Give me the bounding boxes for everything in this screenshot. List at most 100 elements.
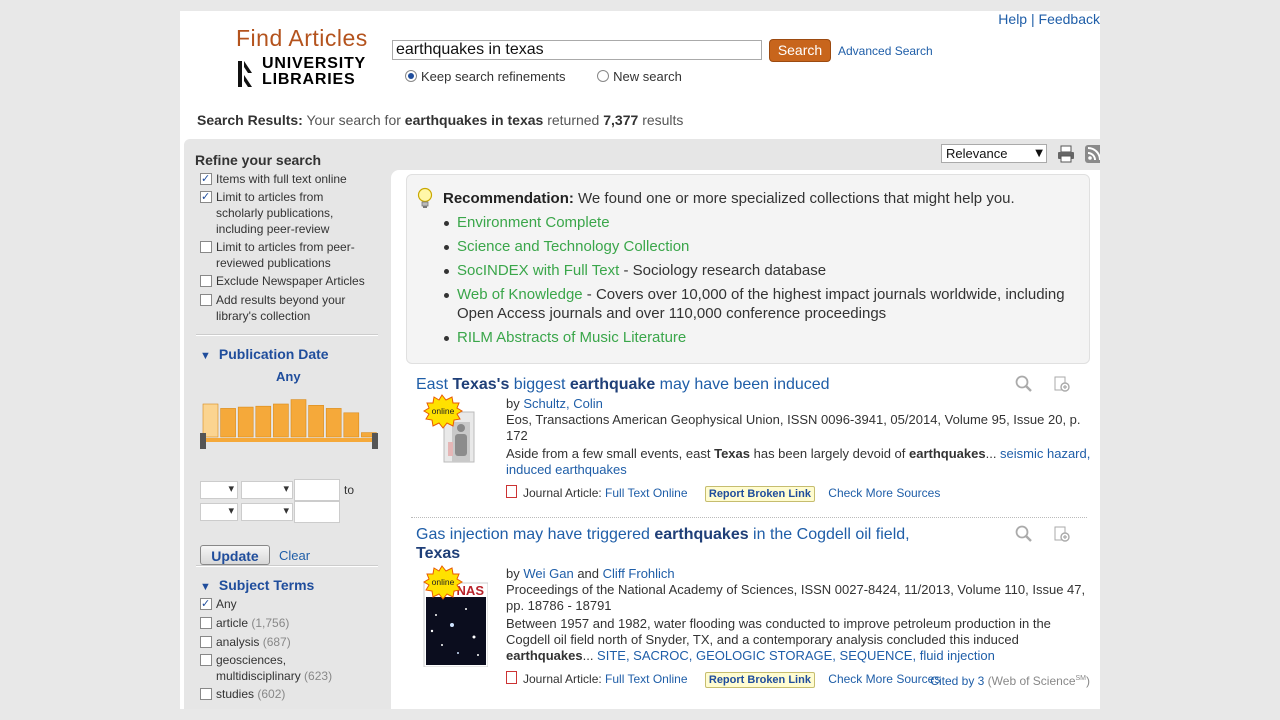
clear-link[interactable]: Clear xyxy=(279,548,310,563)
preview-magnifier-icon[interactable] xyxy=(1014,375,1034,393)
recommendation-link[interactable]: Science and Technology Collection xyxy=(457,238,689,255)
checkbox-empty-icon xyxy=(200,617,212,629)
date-slider-end-handle[interactable] xyxy=(372,433,378,449)
histogram-bar[interactable] xyxy=(273,403,289,438)
filter-scholarly[interactable]: Limit to articles from scholarly publica… xyxy=(200,189,375,237)
keep-refinements-radio[interactable]: Keep search refinements xyxy=(405,69,566,84)
subject-terms-heading[interactable]: ▼ Subject Terms xyxy=(200,577,314,593)
recommendation-link[interactable]: Environment Complete xyxy=(457,214,610,231)
results-panel: Recommendation: We found one or more spe… xyxy=(391,170,1100,709)
list-item: Web of Knowledge - Covers over 10,000 of… xyxy=(443,285,1083,323)
report-broken-link-button[interactable]: Report Broken Link xyxy=(704,486,815,502)
rss-icon[interactable] xyxy=(1085,145,1100,163)
checkbox-checked-icon xyxy=(200,596,212,612)
top-links: Help | Feedback xyxy=(998,11,1100,27)
filter-beyond-collection[interactable]: Add results beyond your library's collec… xyxy=(200,292,375,324)
top-links-separator: | xyxy=(1030,11,1039,27)
publication-date-heading[interactable]: ▼ Publication Date xyxy=(200,346,329,362)
feedback-link[interactable]: Feedback xyxy=(1039,11,1100,27)
online-badge: online xyxy=(432,406,455,416)
collapse-triangle-icon: ▼ xyxy=(200,350,211,362)
print-icon[interactable] xyxy=(1057,145,1075,163)
histogram-bar[interactable] xyxy=(343,412,360,438)
from-month-select[interactable] xyxy=(200,481,238,499)
to-year-input[interactable] xyxy=(294,501,340,523)
histogram-bar[interactable] xyxy=(290,399,307,438)
university-libraries-logo[interactable]: Find Articles UNIVERSITY LIBRARIES xyxy=(236,25,376,89)
refine-sidebar: Refine your search Items with full text … xyxy=(184,139,385,709)
add-to-folder-icon[interactable] xyxy=(1052,525,1072,543)
cited-by: Cited by 3 (Web of ScienceSM) xyxy=(930,674,1090,688)
result-abstract: Between 1957 and 1982, water flooding wa… xyxy=(506,616,1051,663)
list-item: Environment Complete xyxy=(443,213,1083,232)
date-slider-track[interactable] xyxy=(203,438,375,442)
histogram-bar[interactable] xyxy=(237,406,254,438)
page: Help | Feedback Find Articles UNIVERSITY… xyxy=(180,11,1100,709)
cited-by-link[interactable]: Cited by 3 xyxy=(930,674,984,688)
histogram-bar[interactable] xyxy=(220,408,236,438)
sidebar-divider xyxy=(196,565,378,567)
to-day-select[interactable] xyxy=(241,503,293,521)
checkbox-checked-icon xyxy=(200,189,212,205)
result-abstract: Aside from a few small events, east Texa… xyxy=(506,446,1091,477)
result-thumbnail[interactable]: PNAS online xyxy=(422,565,488,667)
result-actions xyxy=(1014,525,1074,545)
result-title-link[interactable]: East Texas's biggest earthquake may have… xyxy=(416,375,936,394)
result-separator xyxy=(411,517,1087,518)
subject-geosciences[interactable]: geosciences, multidisciplinary (623) xyxy=(200,652,380,684)
check-more-sources-link[interactable]: Check More Sources xyxy=(828,672,940,686)
histogram-bar[interactable] xyxy=(202,403,219,438)
preview-magnifier-icon[interactable] xyxy=(1014,525,1034,543)
new-search-radio[interactable]: New search xyxy=(597,69,682,84)
from-year-input[interactable] xyxy=(294,479,340,501)
histogram-bar[interactable] xyxy=(308,405,324,438)
filter-exclude-newspaper[interactable]: Exclude Newspaper Articles xyxy=(200,273,375,289)
filter-peer-reviewed[interactable]: Limit to articles from peer-reviewed pub… xyxy=(200,239,375,271)
recommendation-list: Environment Complete Science and Technol… xyxy=(443,213,1083,352)
radio-selected-icon xyxy=(405,70,417,82)
add-to-folder-icon[interactable] xyxy=(1052,375,1072,393)
date-to-label: to xyxy=(344,483,355,497)
sort-select[interactable]: Relevance ▼ xyxy=(941,144,1047,163)
check-more-sources-link[interactable]: Check More Sources xyxy=(828,486,940,500)
author-link[interactable]: Wei Gan xyxy=(523,566,573,581)
full-text-link[interactable]: Full Text Online xyxy=(605,672,687,686)
histogram-bar[interactable] xyxy=(325,408,342,438)
recommendation-box: Recommendation: We found one or more spe… xyxy=(406,174,1090,364)
search-button[interactable]: Search xyxy=(769,39,831,62)
update-button[interactable]: Update xyxy=(200,545,270,565)
filter-full-text[interactable]: Items with full text online xyxy=(200,171,375,187)
result-source: Eos, Transactions American Geophysical U… xyxy=(506,412,1081,443)
advanced-search-link[interactable]: Advanced Search xyxy=(838,44,933,58)
author-link[interactable]: Schultz, Colin xyxy=(523,396,602,411)
recommendation-link[interactable]: Web of Knowledge xyxy=(457,286,583,303)
result-thumbnail[interactable]: online xyxy=(422,394,488,494)
result-title-link[interactable]: Gas injection may have triggered earthqu… xyxy=(416,525,936,563)
search-input[interactable] xyxy=(392,40,762,60)
from-day-select[interactable] xyxy=(241,481,293,499)
histogram-bar[interactable] xyxy=(255,405,272,438)
recommendation-link[interactable]: RILM Abstracts of Music Literature xyxy=(457,329,686,346)
logo-title: Find Articles xyxy=(236,25,368,51)
full-text-link[interactable]: Full Text Online xyxy=(605,486,687,500)
checkbox-empty-icon xyxy=(200,294,212,306)
publication-date-range-value: Any xyxy=(276,369,301,384)
to-month-select[interactable] xyxy=(200,503,238,521)
subject-article[interactable]: article (1,756) xyxy=(200,615,380,631)
author-link[interactable]: Cliff Frohlich xyxy=(603,566,675,581)
subject-terms-links[interactable]: SITE, SACROC, GEOLOGIC STORAGE, SEQUENCE… xyxy=(597,648,995,663)
subject-studies[interactable]: studies (602) xyxy=(200,686,380,702)
publication-date-histogram[interactable] xyxy=(200,391,378,451)
result-meta: by Schultz, Colin Eos, Transactions Amer… xyxy=(506,396,1091,477)
help-link[interactable]: Help xyxy=(998,11,1027,27)
result-format-row: Journal Article: Full Text Online Report… xyxy=(506,485,940,502)
date-slider-start-handle[interactable] xyxy=(200,433,206,449)
result-item: East Texas's biggest earthquake may have… xyxy=(416,375,1096,510)
recommendation-link[interactable]: SocINDEX with Full Text xyxy=(457,262,619,279)
subject-any[interactable]: Any xyxy=(200,596,380,612)
checkbox-checked-icon xyxy=(200,171,212,187)
report-broken-link-button[interactable]: Report Broken Link xyxy=(704,672,815,688)
result-source: Proceedings of the National Academy of S… xyxy=(506,582,1086,613)
subject-analysis[interactable]: analysis (687) xyxy=(200,634,380,650)
checkbox-empty-icon xyxy=(200,636,212,648)
